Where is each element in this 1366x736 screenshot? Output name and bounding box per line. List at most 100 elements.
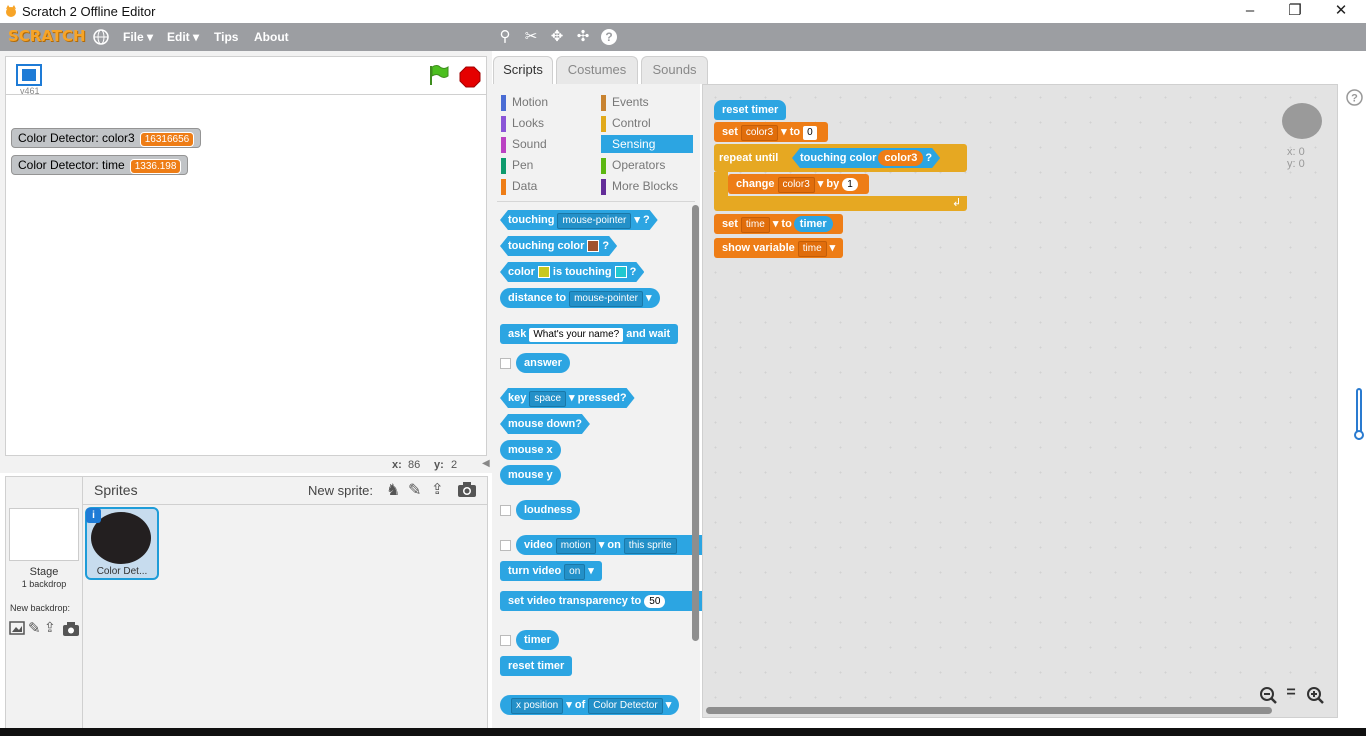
close-button[interactable]: ✕ xyxy=(1331,2,1351,20)
checkbox-answer[interactable] xyxy=(500,358,511,369)
script-reset-timer[interactable]: reset timer xyxy=(714,100,787,120)
block-answer[interactable]: answer xyxy=(516,353,570,373)
paint-sprite-icon[interactable]: ✎ xyxy=(408,480,426,499)
color-swatch[interactable] xyxy=(587,240,599,252)
camera-sprite-icon[interactable] xyxy=(457,480,477,498)
zoom-reset-icon[interactable]: = xyxy=(1283,684,1299,702)
block-video-motion[interactable]: video motion ▾ on this sprite xyxy=(516,535,702,555)
menu-tips[interactable]: Tips xyxy=(214,30,238,44)
category-pen[interactable]: Pen xyxy=(501,156,591,174)
monitor-time[interactable]: Color Detector: time 1336.198 xyxy=(11,155,189,175)
block-x-position-of[interactable]: x position ▾ of Color Detector ▾ xyxy=(500,695,680,715)
upload-backdrop-icon[interactable]: ⇪ xyxy=(44,619,56,636)
help-icon[interactable]: ? xyxy=(600,28,618,46)
block-loudness[interactable]: loudness xyxy=(516,500,581,520)
reporter-timer[interactable]: timer xyxy=(793,216,833,232)
zoom-out-icon[interactable] xyxy=(1259,686,1277,704)
category-control[interactable]: Control xyxy=(601,114,693,132)
dropdown[interactable]: time xyxy=(740,217,770,233)
block-distance-to[interactable]: distance to mouse-pointer ▾ xyxy=(500,288,660,308)
block-reset-timer[interactable]: reset timer xyxy=(500,656,573,676)
category-more-blocks[interactable]: More Blocks xyxy=(601,177,693,195)
checkbox-loudness[interactable] xyxy=(500,505,511,516)
stop-icon[interactable] xyxy=(459,66,481,88)
paint-backdrop-icon[interactable]: ✎ xyxy=(28,619,41,637)
tab-scripts[interactable]: Scripts xyxy=(493,56,553,85)
dropdown[interactable]: color3 xyxy=(777,177,815,193)
cut-icon[interactable]: ✂ xyxy=(522,28,540,46)
stage-canvas[interactable] xyxy=(5,94,487,456)
block-ask-and-wait[interactable]: ask What's your name? and wait xyxy=(500,324,679,344)
block-touching-color[interactable]: touching color? xyxy=(500,236,617,256)
dropdown[interactable]: time xyxy=(797,241,827,257)
script-set-color3[interactable]: set color3 ▾ to 0 xyxy=(714,122,828,142)
menu-file[interactable]: File ▾ xyxy=(123,30,153,44)
block-mouse-y[interactable]: mouse y xyxy=(500,465,561,485)
category-looks[interactable]: Looks xyxy=(501,114,591,132)
restore-button[interactable]: ❐ xyxy=(1285,2,1305,20)
color-swatch[interactable] xyxy=(538,266,550,278)
dropdown[interactable]: on xyxy=(564,564,586,580)
zoom-in-icon[interactable] xyxy=(1306,686,1324,704)
block-turn-video[interactable]: turn video on ▾ xyxy=(500,561,602,581)
stage-thumbnail[interactable] xyxy=(9,508,79,561)
number-input[interactable]: 50 xyxy=(644,595,666,608)
category-motion[interactable]: Motion xyxy=(501,93,591,111)
help-circle-icon[interactable]: ? xyxy=(1346,89,1363,106)
info-icon[interactable]: i xyxy=(86,508,101,523)
block-mouse-down[interactable]: mouse down? xyxy=(500,414,590,434)
block-key-pressed[interactable]: key space ▾ pressed? xyxy=(500,388,635,408)
number-input[interactable]: 1 xyxy=(842,178,858,191)
input-field[interactable]: What's your name? xyxy=(529,328,624,342)
tab-sounds[interactable]: Sounds xyxy=(641,56,708,84)
grow-icon[interactable]: ✥ xyxy=(548,28,566,46)
script-change-color3[interactable]: change color3 ▾ by 1 xyxy=(728,174,869,194)
globe-icon[interactable] xyxy=(92,28,110,46)
block-touching[interactable]: touching mouse-pointer ▾ ? xyxy=(500,210,658,230)
green-flag-icon[interactable] xyxy=(427,64,449,86)
checkbox-video[interactable] xyxy=(500,540,511,551)
tab-costumes[interactable]: Costumes xyxy=(556,56,638,84)
reporter-color3[interactable]: color3 xyxy=(878,150,923,166)
monitor-color3[interactable]: Color Detector: color3 16316656 xyxy=(11,128,202,148)
dropdown[interactable]: this sprite xyxy=(623,538,677,554)
stamp-icon[interactable]: ⚲ xyxy=(496,28,514,46)
dropdown[interactable]: space xyxy=(529,391,566,407)
checkbox-timer[interactable] xyxy=(500,635,511,646)
block-set-video-transparency[interactable]: set video transparency to 50 xyxy=(500,591,702,611)
category-sound[interactable]: Sound xyxy=(501,135,591,153)
scratch-logo[interactable]: SCRATCH xyxy=(8,27,86,45)
category-sensing[interactable]: Sensing xyxy=(601,135,693,153)
input-field[interactable]: 0 xyxy=(803,126,817,140)
dropdown[interactable]: motion xyxy=(555,538,596,554)
sprite-library-icon[interactable]: ♞ xyxy=(386,480,404,499)
camera-backdrop-icon[interactable] xyxy=(62,621,80,637)
dropdown[interactable]: color3 xyxy=(740,125,779,141)
shrink-icon[interactable]: ✣ xyxy=(574,28,592,46)
script-touching-color-var[interactable]: touching color color3? xyxy=(792,148,940,168)
dropdown[interactable]: x position xyxy=(511,698,564,714)
category-events[interactable]: Events xyxy=(601,93,693,111)
script-show-variable[interactable]: show variable time ▾ xyxy=(714,238,844,258)
dropdown[interactable]: mouse-pointer xyxy=(569,291,643,307)
fullscreen-icon[interactable] xyxy=(16,64,42,86)
sprite-thumbnail-color-detector[interactable]: i Color Det... xyxy=(85,507,159,580)
category-data[interactable]: Data xyxy=(501,177,591,195)
script-set-time[interactable]: set time ▾ to timer xyxy=(714,214,843,234)
menu-about[interactable]: About xyxy=(254,30,289,44)
block-timer[interactable]: timer xyxy=(516,630,559,650)
slider-thumb[interactable] xyxy=(1354,430,1364,440)
dropdown[interactable]: Color Detector xyxy=(588,698,663,714)
scripts-h-scrollbar[interactable] xyxy=(706,707,1272,714)
palette-scrollbar[interactable] xyxy=(692,205,699,641)
block-mouse-x[interactable]: mouse x xyxy=(500,440,561,460)
collapse-stage-icon[interactable]: ◀ xyxy=(482,458,492,472)
dropdown[interactable]: mouse-pointer xyxy=(557,213,631,229)
upload-sprite-icon[interactable]: ⇪ xyxy=(431,480,449,498)
minimize-button[interactable]: – xyxy=(1240,2,1260,20)
block-color-touching[interactable]: color is touching? xyxy=(500,262,644,282)
color-swatch[interactable] xyxy=(615,266,627,278)
category-operators[interactable]: Operators xyxy=(601,156,693,174)
backdrop-library-icon[interactable] xyxy=(9,621,25,635)
menu-edit[interactable]: Edit ▾ xyxy=(167,30,199,44)
